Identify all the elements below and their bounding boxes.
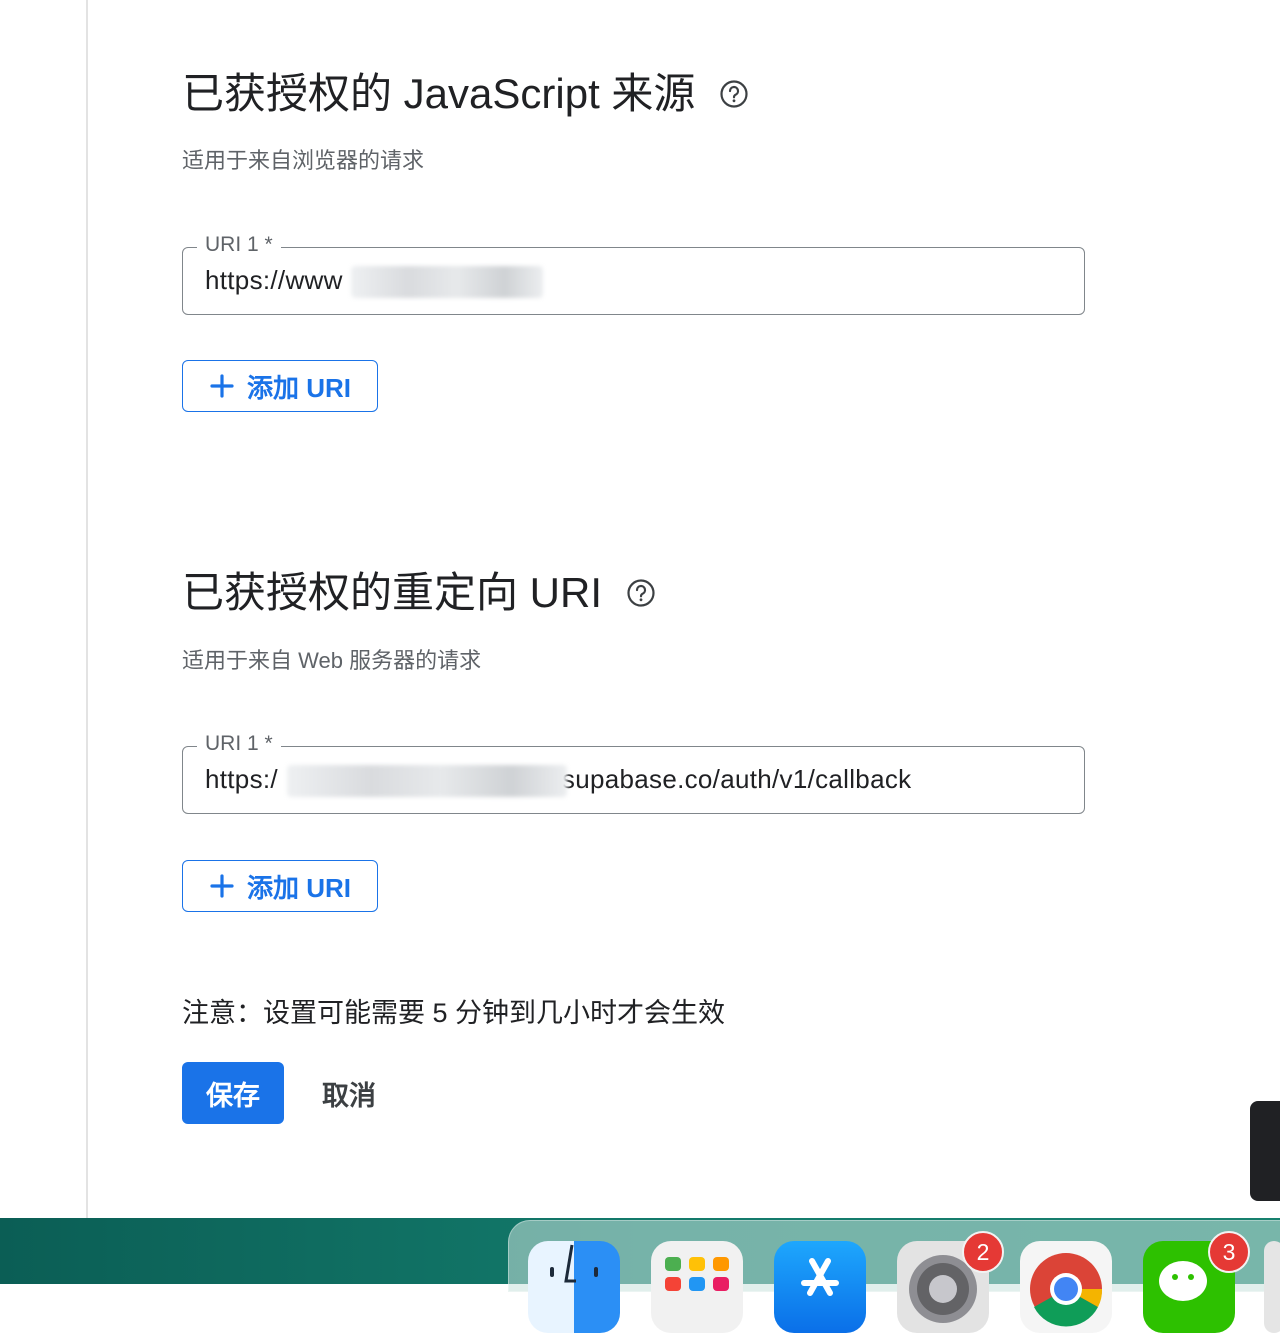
add-js-origin-uri-button[interactable]: 添加 URI (182, 360, 378, 412)
redirect-uris-title-text: 已获授权的重定向 URI (182, 569, 603, 616)
uri-suffix: supabase.co/auth/v1/callback (561, 764, 912, 794)
page-left-border (86, 0, 88, 1218)
help-icon[interactable] (626, 578, 656, 608)
add-uri-label: 添加 URI (247, 872, 352, 903)
uri-prefix: https:/ (205, 764, 278, 794)
launchpad-icon[interactable] (651, 1241, 743, 1333)
uri-field-label: URI 1 * (197, 732, 281, 756)
notification-badge: 2 (962, 1231, 1004, 1273)
finder-icon[interactable] (528, 1241, 620, 1333)
side-panel-handle[interactable] (1250, 1101, 1280, 1201)
js-origins-title: 已获授权的 JavaScript 来源 (182, 73, 749, 115)
notification-badge: 3 (1208, 1231, 1250, 1273)
plus-icon (209, 873, 235, 899)
settings-note: 注意：设置可能需要 5 分钟到几小时才会生效 (182, 998, 726, 1028)
redaction-mask (351, 266, 543, 298)
js-origins-title-text: 已获授权的 JavaScript 来源 (182, 70, 696, 117)
app-store-icon[interactable] (774, 1241, 866, 1333)
cancel-button[interactable]: 取消 (306, 1062, 392, 1124)
save-button[interactable]: 保存 (182, 1062, 284, 1124)
redaction-mask (287, 765, 567, 797)
js-origins-subtitle: 适用于来自浏览器的请求 (182, 148, 425, 173)
js-origin-uri-field[interactable]: URI 1 * https://www (182, 233, 1085, 315)
partial-dock-icon[interactable] (1264, 1241, 1280, 1333)
redirect-uris-title: 已获授权的重定向 URI (182, 572, 656, 614)
chrome-icon[interactable] (1020, 1241, 1112, 1333)
redirect-uris-subtitle: 适用于来自 Web 服务器的请求 (182, 648, 482, 673)
plus-icon (209, 373, 235, 399)
uri-field-value[interactable]: https://www (205, 265, 343, 296)
uri-field-label: URI 1 * (197, 233, 281, 257)
add-redirect-uri-button[interactable]: 添加 URI (182, 860, 378, 912)
redirect-uri-field[interactable]: URI 1 * https:/ supabase.co/auth/v1/callb… (182, 732, 1085, 814)
add-uri-label: 添加 URI (247, 372, 352, 403)
help-icon[interactable] (719, 79, 749, 109)
